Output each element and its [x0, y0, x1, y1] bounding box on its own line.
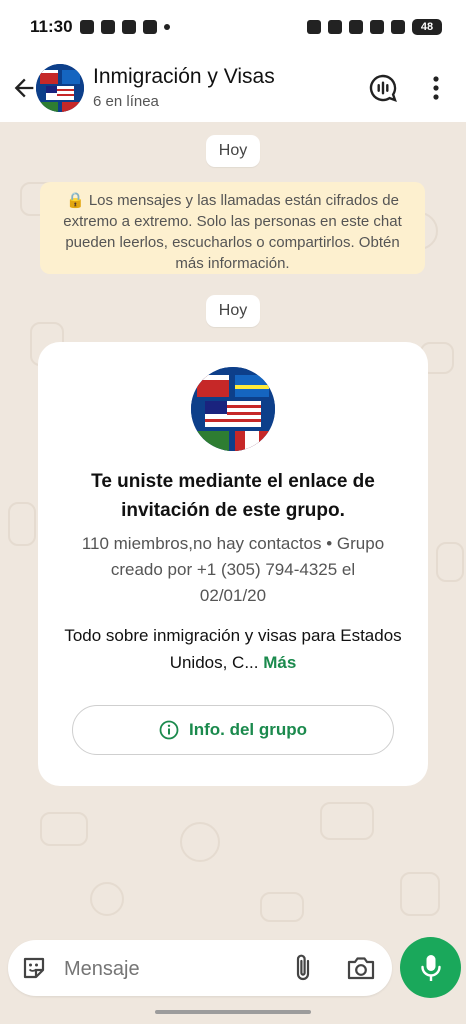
attach-icon[interactable] [292, 953, 314, 983]
wallpaper-doodle [8, 502, 36, 546]
notification-icon [121, 20, 136, 34]
more-link[interactable]: Más [263, 653, 296, 672]
group-avatar[interactable] [36, 64, 84, 112]
bluetooth-icon [328, 20, 342, 34]
group-meta: 110 miembros,no hay contactos • Grupo cr… [81, 534, 385, 605]
more-notifications-icon [163, 24, 170, 30]
message-composer [8, 940, 392, 996]
clock: 11:30 [30, 17, 73, 36]
chat-subtitle: 6 en línea [93, 93, 159, 110]
battery-icon: 48 [412, 19, 442, 35]
voice-message-button[interactable] [400, 937, 461, 998]
notification-icon [142, 20, 157, 34]
volte-icon [370, 20, 384, 34]
group-info-label: Info. del grupo [188, 720, 308, 739]
group-info-button[interactable]: Info. del grupo [72, 705, 394, 755]
more-vert-icon[interactable] [426, 75, 446, 101]
notification-icon [100, 20, 115, 34]
home-indicator[interactable] [155, 1010, 311, 1014]
camera-icon[interactable] [346, 954, 376, 982]
status-right: 48 [307, 19, 442, 35]
chat-header: Inmigración y Visas 6 en línea [0, 54, 466, 122]
wallpaper-doodle [180, 822, 220, 862]
wallpaper-doodle [400, 872, 440, 916]
back-arrow-icon[interactable] [10, 74, 38, 102]
encryption-notice[interactable]: 🔒 Los mensajes y las llamadas están cifr… [40, 182, 425, 274]
sticker-icon[interactable] [20, 954, 48, 982]
status-bar: 11:30 48 [0, 0, 466, 54]
group-info-card: Te uniste mediante el enlace de invitaci… [38, 342, 428, 786]
group-avatar-large[interactable] [191, 367, 275, 451]
flag-collage-icon [191, 367, 275, 451]
chat-title[interactable]: Inmigración y Visas [93, 65, 275, 89]
mic-icon [420, 954, 441, 981]
date-chip: Hoy [206, 295, 260, 327]
wallpaper-doodle [436, 542, 464, 582]
message-input[interactable] [62, 952, 276, 986]
invite-title: Te uniste mediante el enlace de invitaci… [91, 471, 375, 521]
date-chip: Hoy [206, 135, 260, 167]
voice-chat-icon[interactable] [368, 73, 398, 103]
group-description: Todo sobre inmigración y visas para Esta… [63, 622, 403, 676]
group-description-text: Todo sobre inmigración y visas para Esta… [64, 626, 402, 672]
wifi-icon [349, 20, 363, 34]
wallpaper-doodle [260, 892, 304, 922]
status-left: 11:30 [30, 17, 170, 37]
vibrate-icon [307, 20, 321, 34]
wallpaper-doodle [40, 812, 88, 846]
flag-collage-icon [36, 64, 84, 112]
notification-icon [79, 20, 94, 34]
info-icon [159, 720, 179, 740]
signal-icon [391, 20, 405, 34]
wallpaper-doodle [90, 882, 124, 916]
wallpaper-doodle [320, 802, 374, 840]
